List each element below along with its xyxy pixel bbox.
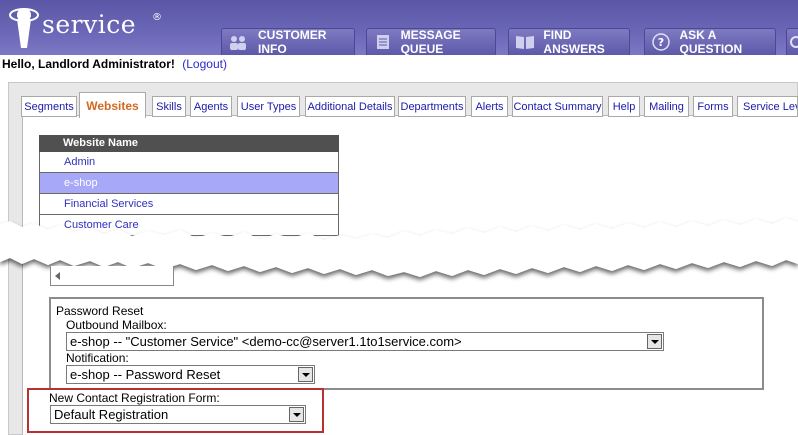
registration-form-label: New Contact Registration Form:	[49, 391, 220, 405]
nav-label: FIND ANSWERS	[543, 28, 605, 56]
tab-contact-summary[interactable]: Contact Summary	[512, 96, 603, 117]
password-reset-group: Password Reset Outbound Mailbox: e-shop …	[49, 297, 764, 390]
logo-text: service	[42, 10, 136, 39]
tab-mailing[interactable]: Mailing	[644, 96, 689, 117]
nav-label: CUSTOMER INFO	[258, 28, 327, 56]
notification-label: Notification:	[66, 351, 129, 365]
nav-label: MESSAGE QUEUE	[400, 28, 461, 56]
registration-highlight: New Contact Registration Form: Default R…	[27, 388, 324, 433]
tab-service-levels[interactable]: Service Lev	[737, 96, 798, 117]
logout-link[interactable]: (Logout)	[182, 57, 227, 71]
tab-user-types[interactable]: User Types	[237, 96, 300, 117]
tab-help[interactable]: Help	[608, 96, 640, 117]
outbound-mailbox-select[interactable]: e-shop -- "Customer Service" <demo-cc@se…	[66, 332, 664, 351]
nav-find-answers-button[interactable]: FIND ANSWERS	[508, 28, 630, 56]
tab-websites[interactable]: Websites	[79, 92, 146, 118]
registration-form-value: Default Registration	[54, 407, 169, 422]
outbound-mailbox-value: e-shop -- "Customer Service" <demo-cc@se…	[70, 334, 462, 349]
website-list-scrollbar[interactable]	[50, 266, 174, 286]
chevron-down-icon[interactable]	[289, 407, 304, 422]
book-icon	[515, 33, 535, 51]
document-icon	[373, 33, 393, 51]
iservice-logo[interactable]: service ®	[4, 2, 164, 52]
tab-forms[interactable]: Forms	[693, 96, 733, 117]
registration-form-select[interactable]: Default Registration	[50, 405, 306, 424]
password-reset-title: Password Reset	[56, 304, 144, 318]
nav-ask-a-question-button[interactable]: ? ASK A QUESTION	[644, 28, 776, 56]
registered-mark: ®	[152, 12, 162, 23]
svg-text:?: ?	[658, 36, 664, 49]
notification-value: e-shop -- Password Reset	[70, 367, 221, 382]
notification-select[interactable]: e-shop -- Password Reset	[66, 365, 315, 384]
settings-icon	[789, 33, 798, 51]
chevron-down-icon[interactable]	[298, 367, 313, 382]
tab-alerts[interactable]: Alerts	[471, 96, 508, 117]
nav-customer-info-button[interactable]: CUSTOMER INFO	[221, 28, 355, 56]
logo-i-mark-icon	[9, 8, 39, 48]
tab-agents[interactable]: Agents	[190, 96, 232, 117]
website-row-admin[interactable]: Admin	[39, 152, 339, 173]
nav-more-button[interactable]	[786, 28, 798, 55]
nav-message-queue-button[interactable]: MESSAGE QUEUE	[366, 28, 496, 56]
website-list-header: Website Name	[39, 135, 339, 152]
tab-additional-details[interactable]: Additional Details	[305, 96, 395, 117]
people-icon	[228, 33, 250, 51]
tab-segments[interactable]: Segments	[21, 96, 77, 117]
top-banner: service ® CUSTOMER INFO MESSAGE QUEUE FI…	[0, 0, 798, 56]
tab-skills[interactable]: Skills	[152, 96, 186, 117]
scroll-left-arrow-icon[interactable]	[55, 272, 60, 280]
tab-departments[interactable]: Departments	[398, 96, 466, 117]
nav-label: ASK A QUESTION	[679, 28, 743, 56]
website-row-e-shop[interactable]: e-shop	[39, 173, 339, 194]
outbound-mailbox-label: Outbound Mailbox:	[66, 318, 167, 332]
greeting-text: Hello, Landlord Administrator!	[2, 57, 175, 71]
greeting: Hello, Landlord Administrator! (Logout)	[2, 57, 227, 71]
question-icon: ?	[651, 33, 672, 51]
chevron-down-icon[interactable]	[647, 334, 662, 349]
